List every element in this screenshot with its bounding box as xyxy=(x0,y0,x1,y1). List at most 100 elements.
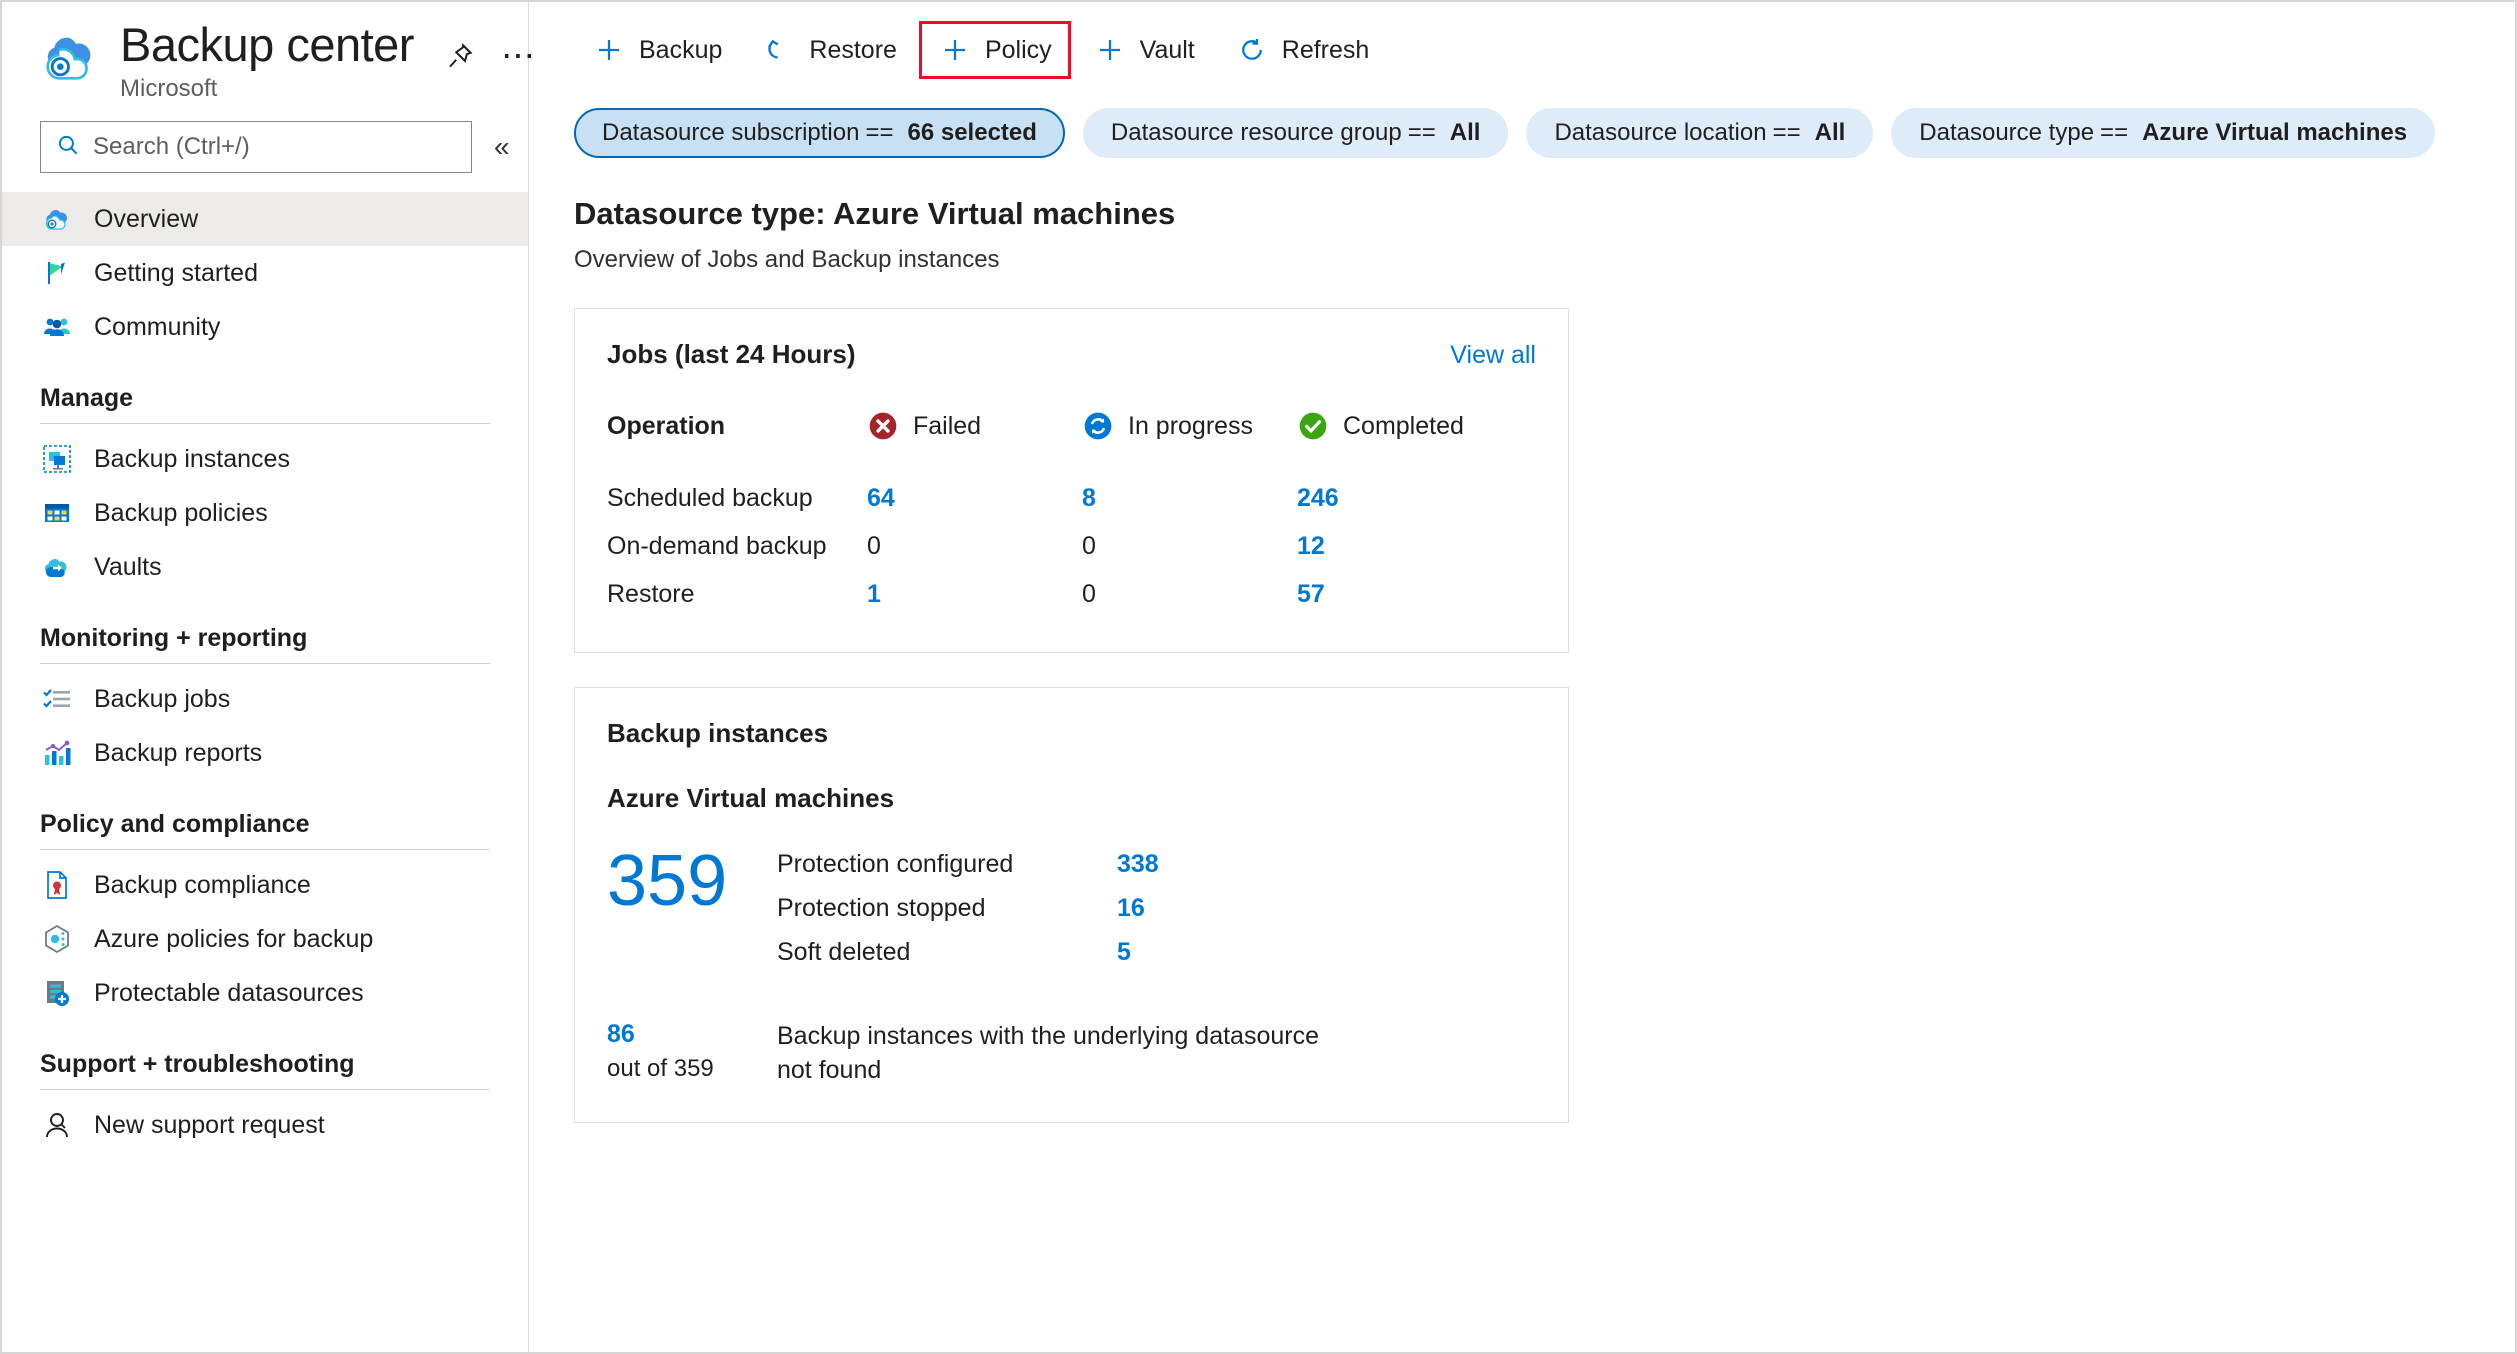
policy-button[interactable]: Policy xyxy=(918,21,1071,79)
command-label: Vault xyxy=(1139,35,1195,64)
command-toolbar: Backup Restore Policy Vault Refresh xyxy=(529,2,2515,98)
breakdown-value[interactable]: 5 xyxy=(1117,938,1131,967)
filter-pill-datasource-location[interactable]: Datasource location == All xyxy=(1526,108,1874,158)
policy-grid-icon xyxy=(40,496,74,530)
sidebar-group-title-monitoring: Monitoring + reporting xyxy=(40,624,308,652)
command-label: Restore xyxy=(809,35,897,64)
row-completed-count[interactable]: 57 xyxy=(1297,580,1512,609)
row-failed-count[interactable]: 1 xyxy=(867,580,1082,609)
backup-instances-card: Backup instances Azure Virtual machines … xyxy=(574,687,1569,1123)
footer-count[interactable]: 86 xyxy=(607,1020,777,1049)
sidebar-item-label: Backup instances xyxy=(94,444,290,473)
command-label: Policy xyxy=(984,35,1052,64)
footer-description: Backup instances with the underlying dat… xyxy=(777,1022,1319,1084)
vault-button[interactable]: Vault xyxy=(1075,21,1213,79)
row-failed-count: 0 xyxy=(867,531,881,560)
sidebar-item-community[interactable]: Community xyxy=(2,300,528,354)
pin-icon[interactable] xyxy=(440,36,480,76)
sidebar-item-azure-policies-for-backup[interactable]: Azure policies for backup xyxy=(2,912,528,966)
filter-operator: == xyxy=(865,119,894,146)
people-icon xyxy=(40,310,74,344)
sidebar-nav: Overview Getting started Community Manag… xyxy=(2,192,528,1152)
protectable-datasource-icon xyxy=(40,976,74,1010)
filter-value: 66 selected xyxy=(907,119,1037,146)
divider xyxy=(40,423,490,424)
footer-count-block: 86 out of 359 xyxy=(607,1020,777,1088)
sidebar-item-label: Azure policies for backup xyxy=(94,924,374,953)
search-box[interactable] xyxy=(40,121,472,173)
row-inprogress-count: 0 xyxy=(1082,531,1096,560)
sidebar-item-label: New support request xyxy=(94,1110,325,1139)
jobs-card-header: Jobs (last 24 Hours) View all xyxy=(607,339,1536,370)
jobs-card-title: Jobs (last 24 Hours) xyxy=(607,339,856,369)
instances-total-count: 359 xyxy=(607,841,728,921)
row-completed-count[interactable]: 246 xyxy=(1297,484,1512,513)
sidebar-item-backup-instances[interactable]: Backup instances xyxy=(2,432,528,486)
search-input[interactable] xyxy=(93,133,457,161)
row-inprogress-count[interactable]: 8 xyxy=(1082,484,1297,513)
jobs-card: Jobs (last 24 Hours) View all Operation xyxy=(574,308,1569,653)
sidebar-item-backup-reports[interactable]: Backup reports xyxy=(2,726,528,780)
list-item: Soft deleted 5 xyxy=(777,930,1536,974)
breakdown-value[interactable]: 16 xyxy=(1117,894,1145,923)
sidebar-item-backup-jobs[interactable]: Backup jobs xyxy=(2,672,528,726)
view-all-jobs-link[interactable]: View all xyxy=(1450,341,1536,370)
row-failed-count[interactable]: 64 xyxy=(867,484,1082,513)
list-item: Protection configured 338 xyxy=(777,842,1536,886)
divider xyxy=(40,849,490,850)
sidebar-item-backup-compliance[interactable]: Backup compliance xyxy=(2,858,528,912)
section-subtitle: Overview of Jobs and Backup instances xyxy=(574,246,1000,273)
search-row: « xyxy=(2,114,528,180)
backup-button[interactable]: Backup xyxy=(574,21,740,79)
filter-operator: == xyxy=(2100,119,2129,146)
row-inprogress-count: 0 xyxy=(1082,579,1096,608)
sidebar-item-overview[interactable]: Overview xyxy=(2,192,528,246)
backup-instance-icon xyxy=(40,442,74,476)
table-row: Scheduled backup 64 8 246 xyxy=(607,474,1536,522)
flag-icon xyxy=(40,256,74,290)
breakdown-value[interactable]: 338 xyxy=(1117,850,1159,879)
brand-header: Backup center Microsoft ⋯ xyxy=(2,2,535,114)
section-title: Datasource type: Azure Virtual machines xyxy=(574,196,1176,231)
main-content: Backup Restore Policy Vault Refresh Data… xyxy=(529,2,2515,1352)
bar-chart-icon xyxy=(40,736,74,770)
error-circle-icon xyxy=(867,410,899,442)
jobs-table: Operation Failed In progress Completed S… xyxy=(607,396,1536,618)
refresh-button[interactable]: Refresh xyxy=(1217,21,1388,79)
instances-footer: 86 out of 359 Backup instances with the … xyxy=(607,1020,1536,1088)
filter-operator: == xyxy=(1772,119,1801,146)
checklist-icon xyxy=(40,682,74,716)
filter-pill-datasource-subscription[interactable]: Datasource subscription == 66 selected xyxy=(574,108,1065,158)
jobs-table-header: Operation Failed In progress Completed xyxy=(607,396,1536,456)
footer-out-of: out of 359 xyxy=(607,1055,714,1082)
divider xyxy=(40,663,490,664)
sidebar-item-label: Vaults xyxy=(94,552,162,581)
sidebar-item-label: Backup jobs xyxy=(94,684,231,713)
sidebar-item-getting-started[interactable]: Getting started xyxy=(2,246,528,300)
row-completed-count[interactable]: 12 xyxy=(1297,532,1512,561)
filter-value: All xyxy=(1814,119,1846,146)
plus-icon xyxy=(592,33,626,67)
filter-value: All xyxy=(1449,119,1481,146)
status-label: In progress xyxy=(1128,411,1254,440)
cloud-backup-icon xyxy=(40,202,74,236)
sidebar-item-new-support-request[interactable]: New support request xyxy=(2,1098,528,1152)
filter-name: Datasource subscription xyxy=(602,119,860,146)
filter-pill-datasource-resource-group[interactable]: Datasource resource group == All xyxy=(1082,108,1509,158)
success-circle-icon xyxy=(1297,410,1329,442)
row-operation: Restore xyxy=(607,579,695,608)
sidebar-item-label: Community xyxy=(94,312,221,341)
command-label: Backup xyxy=(639,35,723,64)
restore-button[interactable]: Restore xyxy=(744,21,915,79)
collapse-sidebar-icon[interactable]: « xyxy=(494,131,510,163)
column-header-failed: Failed xyxy=(867,410,1082,442)
sidebar: Backup center Microsoft ⋯ Search (Ctrl+/… xyxy=(2,2,535,1352)
sidebar-group-title-policy: Policy and compliance xyxy=(40,810,310,838)
sidebar-item-label: Backup compliance xyxy=(94,870,311,899)
sidebar-item-protectable-datasources[interactable]: Protectable datasources xyxy=(2,966,528,1020)
compliance-document-icon xyxy=(40,868,74,902)
sidebar-item-vaults[interactable]: Vaults xyxy=(2,540,528,594)
sidebar-item-backup-policies[interactable]: Backup policies xyxy=(2,486,528,540)
instances-breakdown: Protection configured 338 Protection sto… xyxy=(777,842,1536,974)
filter-pill-datasource-type[interactable]: Datasource type == Azure Virtual machine… xyxy=(1891,108,2436,158)
